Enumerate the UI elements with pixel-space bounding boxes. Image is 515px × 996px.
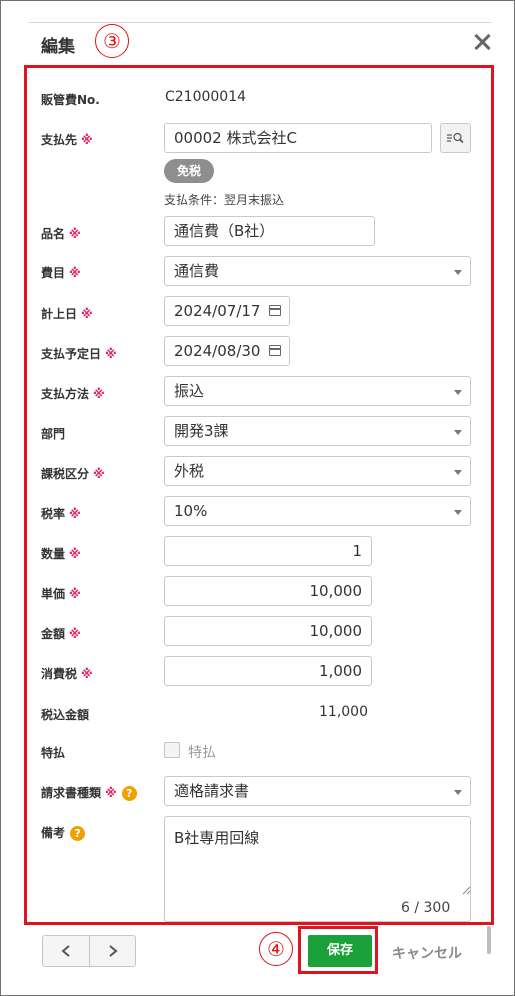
consumption-tax-label: 消費税 ※ — [41, 665, 93, 682]
payment-due-value: 2024/08/30 — [174, 342, 261, 360]
close-icon[interactable] — [471, 31, 493, 53]
tax-rate-select[interactable]: 10% — [164, 496, 471, 526]
help-icon[interactable]: ? — [70, 826, 86, 841]
calendar-icon[interactable] — [269, 305, 281, 316]
invoice-type-label-text: 請求書種類 — [41, 786, 102, 800]
remarks-label: 備考? — [41, 824, 86, 841]
required-mark: ※ — [105, 347, 117, 361]
payment-terms-text: 支払条件：翌月末振込 — [164, 193, 285, 207]
posting-date-input[interactable]: 2024/07/17 — [164, 296, 290, 326]
search-list-icon — [447, 132, 464, 144]
posting-date-value: 2024/07/17 — [174, 302, 261, 320]
required-mark: ※ — [69, 547, 81, 561]
scrollbar-thumb[interactable] — [487, 926, 491, 954]
tax-rate-label-text: 税率 — [41, 507, 66, 521]
chevron-right-icon — [109, 945, 118, 957]
expense-item-label: 費目 ※ — [41, 264, 81, 281]
required-mark: ※ — [81, 133, 93, 147]
special-payment-checkbox[interactable] — [164, 742, 180, 758]
resize-handle-icon[interactable] — [462, 886, 471, 895]
next-button[interactable] — [90, 936, 136, 966]
remarks-label-text: 備考 — [41, 826, 66, 840]
unit-price-label: 単価 ※ — [41, 585, 81, 602]
posting-date-label: 計上日 ※ — [41, 305, 93, 322]
tax-included-label: 税込金額 — [41, 708, 90, 722]
tax-rate-label: 税率 ※ — [41, 505, 81, 522]
consumption-tax-label-text: 消費税 — [41, 667, 78, 681]
tax-category-select[interactable]: 外税 — [164, 456, 471, 486]
required-mark: ※ — [69, 587, 81, 601]
edit-dialog: 編集 ③ 販管費No. C21000014 支払先 ※ 00002 株式会社C 免… — [0, 0, 515, 996]
special-payment-checkbox-label: 特払 — [188, 745, 216, 761]
item-name-label-text: 品名 — [41, 227, 66, 241]
previous-button[interactable] — [43, 936, 89, 966]
payment-due-input[interactable]: 2024/08/30 — [164, 336, 290, 366]
expense-item-label-text: 費目 — [41, 266, 66, 280]
required-mark: ※ — [105, 786, 117, 800]
required-mark: ※ — [69, 507, 81, 521]
invoice-type-label: 請求書種類 ※? — [41, 784, 137, 801]
save-button[interactable]: 保存 — [308, 935, 372, 967]
tax-included-value: 11,000 — [319, 704, 368, 720]
dialog-title: 編集 — [41, 37, 75, 57]
step-3-marker: ③ — [95, 24, 129, 58]
item-name-label: 品名 ※ — [41, 225, 81, 242]
tax-exempt-badge: 免税 — [164, 159, 214, 183]
amount-label-text: 金額 — [41, 627, 66, 641]
tax-category-label: 課税区分 ※ — [41, 465, 105, 482]
chevron-left-icon — [61, 945, 70, 957]
unit-price-input[interactable]: 10,000 — [164, 576, 372, 606]
item-name-input[interactable]: 通信費（B社） — [164, 216, 375, 246]
required-mark: ※ — [69, 266, 81, 280]
required-mark: ※ — [93, 467, 105, 481]
payment-due-label: 支払予定日 ※ — [41, 345, 117, 362]
payee-label: 支払先 ※ — [41, 131, 93, 148]
required-mark: ※ — [69, 227, 81, 241]
invoice-type-select[interactable]: 適格請求書 — [164, 776, 471, 806]
department-select[interactable]: 開発3課 — [164, 416, 471, 446]
calendar-icon[interactable] — [269, 345, 281, 356]
unit-price-label-text: 単価 — [41, 587, 66, 601]
amount-input[interactable]: 10,000 — [164, 616, 372, 646]
quantity-label: 数量 ※ — [41, 545, 81, 562]
required-mark: ※ — [93, 387, 105, 401]
quantity-label-text: 数量 — [41, 547, 66, 561]
consumption-tax-input[interactable]: 1,000 — [164, 656, 372, 686]
tax-category-label-text: 課税区分 — [41, 467, 90, 481]
top-divider — [28, 22, 492, 23]
quantity-input[interactable]: 1 — [164, 536, 372, 566]
required-mark: ※ — [69, 627, 81, 641]
cancel-button[interactable]: キャンセル — [392, 943, 462, 963]
remarks-char-counter: 6 / 300 — [401, 900, 451, 916]
record-pager — [42, 935, 136, 967]
posting-date-label-text: 計上日 — [41, 307, 78, 321]
required-mark: ※ — [81, 667, 93, 681]
payee-search-button[interactable] — [440, 123, 471, 153]
special-payment-label: 特払 — [41, 746, 66, 760]
amount-label: 金額 ※ — [41, 625, 81, 642]
payment-method-label: 支払方法 ※ — [41, 385, 105, 402]
expense-no-value: C21000014 — [165, 89, 247, 105]
expense-no-label: 販管費No. — [41, 93, 100, 107]
payee-input[interactable]: 00002 株式会社C — [164, 123, 432, 153]
help-icon[interactable]: ? — [121, 786, 137, 801]
payment-method-label-text: 支払方法 — [41, 387, 90, 401]
required-mark: ※ — [81, 307, 93, 321]
expense-item-select[interactable]: 通信費 — [164, 256, 471, 286]
payment-due-label-text: 支払予定日 — [41, 347, 102, 361]
department-label: 部門 — [41, 427, 66, 441]
payment-method-select[interactable]: 振込 — [164, 376, 471, 406]
payee-label-text: 支払先 — [41, 133, 78, 147]
step-4-marker: ④ — [259, 932, 293, 966]
